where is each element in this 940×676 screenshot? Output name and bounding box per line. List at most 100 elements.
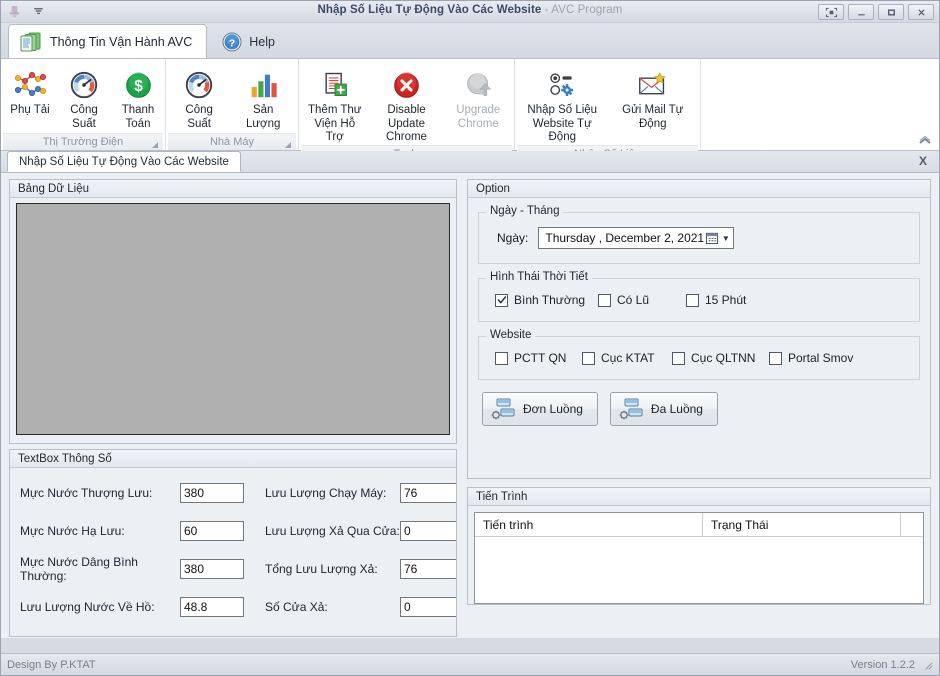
- checkbox-co-lu[interactable]: Có Lũ: [598, 293, 686, 307]
- input-luu-luong-xa-qua-cua[interactable]: [400, 521, 457, 541]
- ribbon-button-label: Nhập Số Liệu Website Tự Động: [524, 104, 601, 145]
- progress-listview[interactable]: Tiến trình Trạng Thái: [474, 512, 924, 604]
- ribbon-button-san-luong[interactable]: Sản Lượng: [230, 64, 296, 131]
- chevron-down-icon[interactable]: [32, 6, 44, 18]
- document-tab-strip: Nhập Số Liệu Tự Động Vào Các Website X: [1, 151, 939, 173]
- input-tong-luu-luong-xa[interactable]: [400, 559, 457, 579]
- gauge-icon: [68, 66, 100, 104]
- date-row: Ngày: Thursday , December 2, 2021: [489, 223, 909, 251]
- svg-text:$: $: [134, 77, 143, 94]
- parameter-fields: Mực Nước Thượng Lưu: Mực Nước Hạ Lưu: Mự…: [10, 468, 456, 626]
- field-luu-luong-xa-qua-cua: Lưu Lượng Xả Qua Cửa:: [265, 512, 457, 550]
- checkbox-box[interactable]: [598, 294, 611, 307]
- checkbox-label: Cục KTAT: [601, 351, 655, 365]
- column-header-extra[interactable]: [901, 513, 923, 536]
- checkbox-box[interactable]: [769, 352, 782, 365]
- ribbon-button-nhap-so-lieu-website[interactable]: Nhập Số Liệu Website Tự Động: [517, 64, 608, 145]
- app-logo-icon: [7, 4, 22, 19]
- da-luong-label: Đa Luồng: [651, 402, 703, 416]
- ribbon-button-label: Sản Lượng: [237, 104, 289, 131]
- ribbon-button-upgrade-chrome[interactable]: Upgrade Chrome: [445, 64, 513, 131]
- textbox-panel-title: TextBox Thông Số: [10, 450, 456, 468]
- field-label: Lưu Lượng Xả Qua Cửa:: [265, 524, 400, 538]
- question-mark-icon: ?: [222, 32, 242, 52]
- thread-buttons-row: Đơn Luồng: [482, 392, 930, 426]
- ribbon-button-cong-suat-nm[interactable]: Công Suất: [168, 64, 230, 131]
- close-button[interactable]: [908, 4, 934, 20]
- status-bar-right: Version 1.2.2: [851, 659, 933, 671]
- checkbox-label: Bình Thường: [514, 293, 585, 307]
- collapse-ribbon-icon[interactable]: [918, 135, 932, 147]
- field-luu-luong-chay-may: Lưu Lượng Chạy Máy:: [265, 474, 457, 512]
- svg-text:?: ?: [229, 37, 235, 49]
- checkbox-box[interactable]: [495, 294, 508, 307]
- close-document-icon[interactable]: X: [919, 155, 927, 167]
- input-muc-nuoc-ha-luu[interactable]: [180, 521, 244, 541]
- quick-access-toolbar[interactable]: [7, 4, 44, 19]
- date-label: Ngày:: [497, 231, 528, 245]
- checkbox-box[interactable]: [582, 352, 595, 365]
- ribbon-tab-thong-tin-van-hanh[interactable]: Thông Tin Vận Hành AVC: [8, 24, 207, 58]
- dialog-launcher-icon[interactable]: [151, 138, 159, 146]
- document-tab[interactable]: Nhập Số Liệu Tự Động Vào Các Website: [7, 151, 241, 172]
- checkbox-pctt-qn[interactable]: PCTT QN: [495, 351, 582, 365]
- network-gear-icon: [619, 397, 645, 421]
- ribbon-button-thanh-toan[interactable]: $ Thanh Toán: [111, 64, 165, 131]
- weather-checkbox-row: Bình Thường Có Lũ 15 Phút: [489, 289, 909, 309]
- don-luong-button[interactable]: Đơn Luồng: [482, 392, 598, 426]
- documents-stack-icon: [19, 31, 43, 53]
- date-picker[interactable]: Thursday , December 2, 2021 ▼: [538, 227, 734, 249]
- calendar-icon[interactable]: [705, 231, 720, 246]
- ribbon-button-disable-update-chrome[interactable]: Disable Update Chrome: [369, 64, 445, 145]
- minimize-button[interactable]: [848, 4, 874, 20]
- checkbox-box[interactable]: [495, 352, 508, 365]
- input-luu-luong-chay-may[interactable]: [400, 483, 457, 503]
- checkbox-box[interactable]: [672, 352, 685, 365]
- checkbox-15-phut[interactable]: 15 Phút: [686, 293, 746, 307]
- gauge-icon: [183, 66, 215, 104]
- data-grid[interactable]: [16, 203, 450, 435]
- input-muc-nuoc-dang-binh-thuong[interactable]: [180, 559, 244, 579]
- window-title: Nhập Số Liệu Tự Động Vào Các Website - A…: [1, 4, 939, 16]
- ribbon: Phụ Tải: [1, 59, 939, 151]
- input-luu-luong-nuoc-ve-ho[interactable]: [180, 597, 244, 617]
- progress-panel-title: Tiến Trình: [468, 488, 930, 506]
- date-group-legend: Ngày - Tháng: [486, 205, 563, 217]
- input-so-cua-xa[interactable]: [400, 597, 457, 617]
- chevron-down-icon[interactable]: ▼: [720, 234, 731, 243]
- ribbon-button-gui-mail-tu-dong[interactable]: Gửi Mail Tự Động: [608, 64, 699, 131]
- field-label: Số Cửa Xả:: [265, 600, 400, 614]
- website-group-legend: Website: [486, 329, 535, 341]
- field-label: Mực Nước Hạ Lưu:: [20, 524, 180, 538]
- checkbox-binh-thuong[interactable]: Bình Thường: [495, 293, 598, 307]
- ribbon-tab-help[interactable]: ? Help: [213, 24, 290, 58]
- ribbon-button-cong-suat-ttd[interactable]: Công Suất: [57, 64, 111, 131]
- checkbox-portal-smov[interactable]: Portal Smov: [769, 351, 853, 365]
- ribbon-button-phu-tai[interactable]: Phụ Tải: [3, 64, 57, 118]
- resize-grip-icon[interactable]: [923, 660, 933, 670]
- ribbon-button-label: Thanh Toán: [118, 104, 158, 131]
- checkbox-cuc-qltnn[interactable]: Cục QLTNN: [672, 351, 769, 365]
- maximize-button[interactable]: [878, 4, 904, 20]
- ribbon-group-filler: [701, 59, 939, 150]
- ribbon-button-label: Disable Update Chrome: [376, 104, 438, 145]
- window-controls: [818, 4, 934, 20]
- column-header-tien-trinh[interactable]: Tiến trình: [475, 513, 703, 536]
- checkbox-label: PCTT QN: [514, 351, 566, 365]
- status-bar-left-text: Design By P.KTAT: [7, 659, 96, 671]
- ribbon-button-them-thu-vien[interactable]: Thêm Thư Viện Hỗ Trợ: [301, 64, 369, 145]
- checkbox-box[interactable]: [686, 294, 699, 307]
- da-luong-button[interactable]: Đa Luồng: [610, 392, 718, 426]
- ribbon-group-title: Thị Trường Điện: [3, 133, 163, 150]
- checkbox-label: 15 Phút: [705, 293, 746, 307]
- input-muc-nuoc-thuong-luu[interactable]: [180, 483, 244, 503]
- column-header-trang-thai[interactable]: Trạng Thái: [703, 513, 901, 536]
- checkbox-cuc-ktat[interactable]: Cục KTAT: [582, 351, 672, 365]
- date-group: Ngày - Tháng Ngày: Thursday , December 2…: [478, 212, 920, 264]
- dialog-launcher-icon[interactable]: [284, 138, 292, 146]
- restore-down-button[interactable]: [818, 4, 844, 20]
- ribbon-button-label: Phụ Tải: [10, 104, 49, 118]
- radio-options-gear-icon: [547, 66, 578, 104]
- date-value: Thursday , December 2, 2021: [545, 231, 705, 245]
- don-luong-label: Đơn Luồng: [523, 402, 583, 416]
